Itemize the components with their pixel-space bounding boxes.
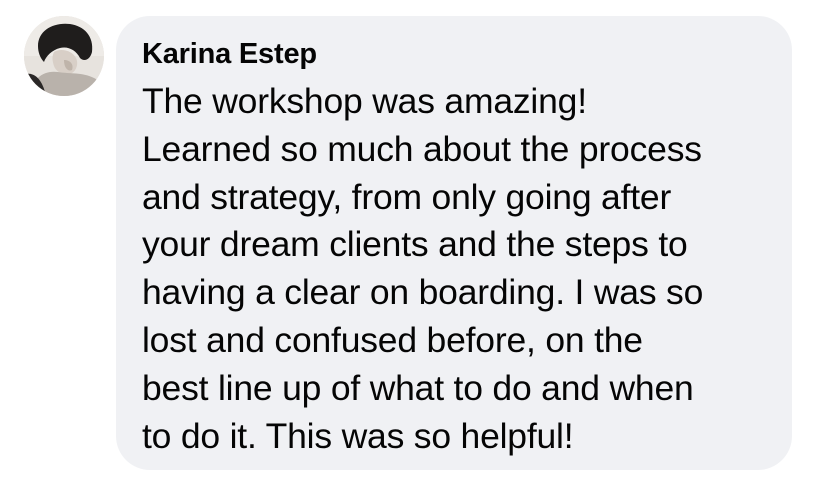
comment-author-name[interactable]: Karina Estep: [142, 36, 768, 72]
avatar[interactable]: [24, 16, 104, 96]
comment-bubble: Karina Estep The workshop was amazing! L…: [116, 16, 792, 470]
comment: Karina Estep The workshop was amazing! L…: [0, 0, 828, 478]
profile-photo-icon: [24, 16, 104, 96]
comment-text: The workshop was amazing! Learned so muc…: [142, 81, 704, 456]
